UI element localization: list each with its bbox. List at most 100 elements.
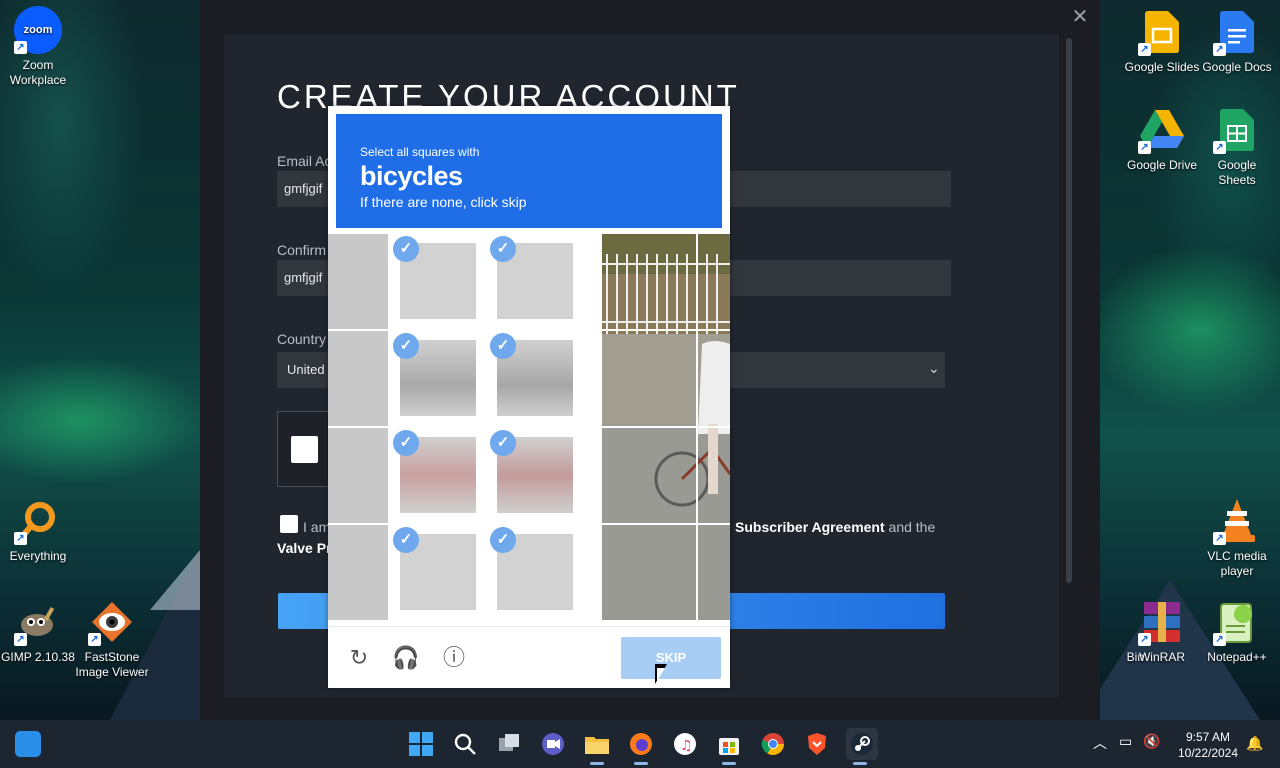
desktop-icon-label: VLC media player — [1207, 549, 1267, 578]
google-sheets-icon: ↗ — [1213, 106, 1261, 154]
everything-icon: ↗ — [14, 497, 62, 545]
info-icon[interactable]: ⓘ — [440, 644, 468, 672]
chat-icon[interactable] — [540, 731, 566, 757]
desktop-icon-winrar[interactable]: ↗ WinRAR — [1124, 598, 1200, 665]
shortcut-arrow-icon: ↗ — [1213, 633, 1226, 646]
desktop-icon-google-docs[interactable]: ↗ Google Docs — [1199, 8, 1275, 75]
close-icon[interactable]: ✕ — [1068, 6, 1092, 30]
grid-divider — [602, 426, 730, 428]
captcha-challenge-dialog: Select all squares with bicycles If ther… — [328, 106, 730, 688]
captcha-prompt-header: Select all squares with bicycles If ther… — [336, 114, 722, 228]
audio-challenge-icon[interactable]: 🎧 — [392, 644, 420, 672]
gimp-icon: ↗ — [14, 598, 62, 646]
check-icon: ✓ — [393, 333, 419, 359]
desktop-icon-label: WinRAR — [1138, 650, 1185, 664]
task-view-icon[interactable] — [496, 731, 522, 757]
shortcut-arrow-icon: ↗ — [14, 633, 27, 646]
desktop-icon-google-slides[interactable]: ↗ Google Slides — [1124, 8, 1200, 75]
desktop-icon-label: FastStone Image Viewer — [75, 650, 149, 679]
agree-checkbox[interactable] — [280, 515, 298, 533]
shortcut-arrow-icon: ↗ — [1138, 141, 1151, 154]
notepad-plus-plus-icon: ↗ — [1213, 598, 1261, 646]
mouse-cursor-fill — [657, 668, 665, 681]
clock[interactable]: 9:57 AM 10/22/2024 — [1168, 729, 1248, 761]
grid-divider — [602, 523, 730, 525]
captcha-prompt-text: Select all squares with — [360, 145, 480, 159]
desktop-icon-vlc[interactable]: ↗ VLC media player — [1199, 497, 1275, 579]
scrollbar[interactable] — [1066, 38, 1072, 583]
desktop-icon-google-sheets[interactable]: ↗ Google Sheets — [1199, 106, 1275, 188]
check-icon: ✓ — [393, 236, 419, 262]
microsoft-store-icon[interactable] — [716, 731, 742, 757]
clock-time: 9:57 AM — [1185, 730, 1231, 744]
search-icon[interactable] — [452, 731, 478, 757]
check-icon: ✓ — [490, 527, 516, 553]
check-icon: ✓ — [490, 333, 516, 359]
desktop-icon-google-drive[interactable]: ↗ Google Drive — [1124, 106, 1200, 173]
firefox-icon[interactable] — [628, 731, 654, 757]
agree-text-suffix: and the — [884, 519, 936, 535]
check-icon: ✓ — [393, 430, 419, 456]
itunes-icon[interactable]: ♫ — [672, 731, 698, 757]
google-docs-icon: ↗ — [1213, 8, 1261, 56]
file-explorer-icon[interactable] — [584, 731, 610, 757]
shortcut-arrow-icon: ↗ — [14, 41, 27, 54]
check-icon: ✓ — [490, 236, 516, 262]
notification-bell-icon[interactable]: 🔔 — [1246, 735, 1263, 752]
desktop-icon-gimp[interactable]: ↗ GIMP 2.10.38 — [0, 598, 76, 665]
clock-date: 10/22/2024 — [1177, 746, 1239, 760]
faststone-icon: ↗ — [88, 598, 136, 646]
network-icon[interactable]: ▭ — [1119, 733, 1132, 750]
desktop-icon-label: Google Slides — [1124, 60, 1200, 74]
steam-icon[interactable] — [846, 728, 878, 760]
captcha-tile[interactable] — [328, 428, 388, 523]
captcha-tile[interactable] — [328, 331, 388, 426]
skip-button[interactable]: SKIP — [621, 637, 721, 679]
chevron-down-icon: ⌄ — [928, 360, 940, 376]
widgets-icon[interactable] — [15, 731, 41, 757]
desktop-icon-notepad-plus-plus[interactable]: ↗ Notepad++ — [1199, 598, 1275, 665]
desktop-icon-label: GIMP 2.10.38 — [1, 650, 75, 664]
refresh-icon[interactable]: ↻ — [345, 644, 373, 672]
captcha-hint-text: If there are none, click skip — [360, 194, 527, 210]
shortcut-arrow-icon: ↗ — [1213, 43, 1226, 56]
desktop-icon-everything[interactable]: ↗ Everything — [0, 497, 76, 564]
confirm-email-label: Confirm — [277, 242, 327, 258]
captcha-target-word: bicycles — [360, 161, 463, 191]
country-label: Country — [277, 331, 327, 347]
shortcut-arrow-icon: ↗ — [1213, 532, 1226, 545]
brave-icon[interactable] — [804, 731, 830, 757]
chevron-up-icon[interactable]: ︿ — [1093, 733, 1107, 753]
subscriber-agreement-text: Subscriber Agreement and the — [735, 519, 935, 535]
winrar-icon: ↗ — [1138, 598, 1186, 646]
chrome-icon[interactable] — [760, 731, 786, 757]
active-indicator — [634, 762, 648, 765]
desktop-icon-zoom[interactable]: zoom ↗ Zoom Workplace — [0, 6, 76, 88]
desktop-icon-label: Google Docs — [1202, 60, 1272, 74]
email-label: Email Ac — [277, 153, 332, 169]
shortcut-arrow-icon: ↗ — [88, 633, 101, 646]
desktop-icon-faststone[interactable]: ↗ FastStone Image Viewer — [74, 598, 150, 680]
agree-text: I am — [303, 519, 331, 535]
zoom-logo-text: zoom — [23, 23, 53, 36]
shortcut-arrow-icon: ↗ — [1138, 633, 1151, 646]
desktop-icon-label: Notepad++ — [1207, 650, 1267, 664]
desktop-icon-label: Everything — [9, 549, 67, 563]
check-icon: ✓ — [393, 527, 419, 553]
desktop-icon-label: Google Drive — [1126, 158, 1198, 172]
subscriber-agreement-link[interactable]: Subscriber Agreement — [735, 519, 885, 535]
zoom-icon: zoom ↗ — [14, 6, 62, 54]
captcha-tile[interactable] — [328, 234, 388, 329]
captcha-checkbox[interactable] — [291, 436, 318, 463]
start-menu-icon[interactable] — [408, 731, 434, 757]
shortcut-arrow-icon: ↗ — [1213, 141, 1226, 154]
captcha-tile[interactable] — [328, 525, 388, 620]
active-indicator — [590, 762, 604, 765]
svg-text:♫: ♫ — [680, 738, 693, 754]
divider — [328, 626, 730, 627]
volume-muted-icon[interactable]: 🔇 — [1143, 733, 1160, 750]
vlc-icon: ↗ — [1213, 497, 1261, 545]
captcha-image-grid: ✓ ✓ ✓ ✓ ✓ ✓ ✓ ✓ — [328, 234, 730, 620]
check-icon: ✓ — [490, 430, 516, 456]
privacy-policy-link[interactable]: Valve Pr — [277, 540, 332, 556]
